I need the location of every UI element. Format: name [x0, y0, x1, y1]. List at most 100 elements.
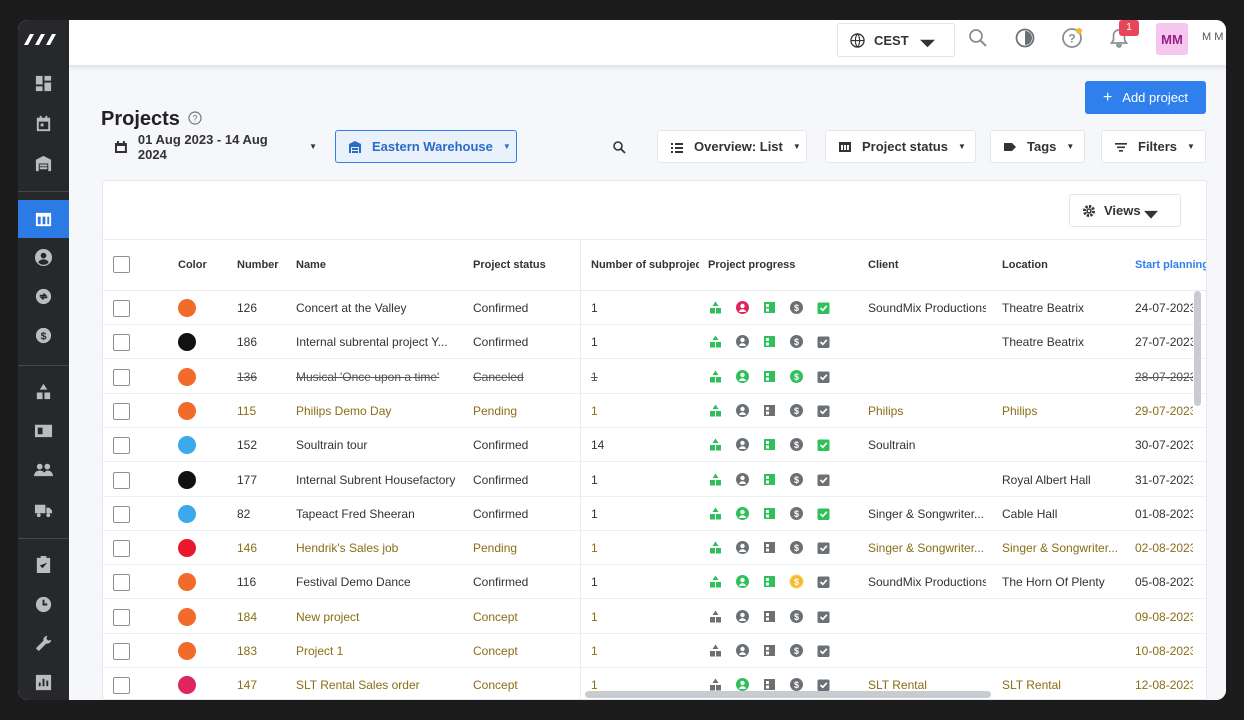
finance-progress-icon[interactable]: $	[789, 403, 804, 418]
project-name[interactable]: Project 1	[296, 644, 456, 658]
finance-progress-icon[interactable]: $	[789, 574, 804, 590]
row-checkbox[interactable]	[113, 402, 130, 420]
table-row[interactable]: 146 Hendrik's Sales job Pending 1 $ Singer & …	[103, 531, 1206, 566]
user-name[interactable]: M M	[1202, 31, 1223, 43]
project-name[interactable]: Internal subrental project Y...	[296, 335, 456, 349]
column-header-subprojects[interactable]: Number of subprojects	[591, 259, 699, 271]
inventory-icon[interactable]	[18, 372, 69, 410]
row-checkbox[interactable]	[113, 677, 130, 695]
transport-progress-icon[interactable]	[762, 334, 777, 349]
table-row[interactable]: 184 New project Concept 1 $09-08-2023	[103, 600, 1206, 634]
project-number[interactable]: 183	[237, 644, 257, 658]
project-number[interactable]: 115	[237, 404, 256, 418]
project-number[interactable]: 126	[237, 301, 257, 315]
finance-progress-icon[interactable]: $	[789, 643, 804, 658]
project-number[interactable]: 177	[237, 473, 257, 487]
crew-progress-icon[interactable]	[735, 506, 750, 521]
projects-icon[interactable]	[18, 200, 69, 238]
table-row[interactable]: 177 Internal Subrent Housefactory Confirme…	[103, 463, 1206, 497]
table-row[interactable]: 186 Internal subrental project Y... Confir…	[103, 325, 1206, 360]
column-header-location[interactable]: Location	[1002, 259, 1048, 271]
row-checkbox[interactable]	[113, 608, 130, 626]
reports-icon[interactable]	[18, 663, 69, 700]
tasks-progress-icon[interactable]	[816, 574, 831, 589]
row-checkbox[interactable]	[113, 471, 130, 489]
overview-select[interactable]: Overview: List ▼	[657, 130, 807, 163]
warehouse-filter[interactable]: Eastern Warehouse ▼	[335, 130, 517, 163]
crew-progress-icon[interactable]	[735, 437, 750, 452]
project-number[interactable]: 184	[237, 610, 257, 624]
project-name[interactable]: New project	[296, 610, 456, 624]
app-logo[interactable]	[22, 30, 62, 48]
transport-progress-icon[interactable]	[762, 472, 777, 487]
team-icon[interactable]	[18, 450, 69, 488]
add-project-button[interactable]: + Add project	[1085, 81, 1206, 114]
row-checkbox[interactable]	[113, 437, 130, 455]
crew-progress-icon[interactable]	[735, 369, 750, 384]
tasks-progress-icon[interactable]	[816, 472, 831, 487]
warehouse-icon[interactable]	[18, 144, 69, 182]
search-icon[interactable]	[967, 27, 989, 49]
table-row[interactable]: 152 Soultrain tour Confirmed 14 $ Soultrain 30…	[103, 428, 1206, 463]
column-header-progress[interactable]: Project progress	[708, 259, 795, 271]
tasks-progress-icon[interactable]	[816, 334, 831, 349]
wrench-icon[interactable]	[18, 624, 69, 662]
clock-icon[interactable]	[18, 585, 69, 623]
crew-progress-icon[interactable]	[735, 574, 750, 589]
tasks-icon[interactable]	[18, 545, 69, 583]
inventory-progress-icon[interactable]	[708, 300, 723, 315]
project-number[interactable]: 82	[237, 507, 250, 521]
tasks-progress-icon[interactable]	[816, 369, 831, 384]
tasks-progress-icon[interactable]	[816, 609, 831, 624]
tags-filter[interactable]: Tags ▼	[990, 130, 1085, 163]
project-number[interactable]: 116	[237, 575, 256, 589]
transport-progress-icon[interactable]	[762, 506, 777, 521]
finance-progress-icon[interactable]: $	[789, 369, 804, 384]
filters-button[interactable]: Filters ▼	[1101, 130, 1206, 163]
column-header-start-planning[interactable]: Start planning	[1135, 259, 1206, 271]
finance-progress-icon[interactable]: $	[789, 609, 804, 624]
crew-progress-icon[interactable]	[735, 300, 750, 315]
table-row[interactable]: 116 Festival Demo Dance Confirmed 1 $ SoundMi…	[103, 565, 1206, 600]
crew-progress-icon[interactable]	[735, 643, 750, 658]
vertical-scrollbar[interactable]	[1194, 291, 1201, 406]
column-header-client[interactable]: Client	[868, 259, 899, 271]
crew-progress-icon[interactable]	[735, 609, 750, 624]
inventory-progress-icon[interactable]	[708, 643, 723, 658]
inventory-progress-icon[interactable]	[708, 609, 723, 624]
column-header-name[interactable]: Name	[296, 259, 326, 271]
timezone-select[interactable]: CEST	[837, 23, 955, 57]
row-checkbox[interactable]	[113, 334, 130, 352]
table-row[interactable]: 136 Musical 'Once upon a time' Canceled 1 $2…	[103, 360, 1206, 394]
finance-progress-icon[interactable]: $	[789, 472, 804, 487]
project-name[interactable]: SLT Rental Sales order	[296, 678, 456, 692]
project-name[interactable]: Musical 'Once upon a time'	[296, 370, 456, 384]
calendar-icon[interactable]	[18, 104, 69, 142]
help-icon[interactable]: ?	[1061, 27, 1083, 49]
transport-progress-icon[interactable]	[762, 609, 777, 624]
finance-progress-icon[interactable]: $	[789, 300, 804, 315]
inventory-progress-icon[interactable]	[708, 506, 723, 521]
table-row[interactable]: 82 Tapeact Fred Sheeran Confirmed 1 $ Singer …	[103, 497, 1206, 531]
crew-progress-icon[interactable]	[735, 403, 750, 418]
sync-icon[interactable]	[18, 277, 69, 315]
finance-progress-icon[interactable]: $	[789, 506, 804, 521]
transport-progress-icon[interactable]	[762, 300, 777, 315]
row-checkbox[interactable]	[113, 643, 130, 660]
row-checkbox[interactable]	[113, 505, 130, 523]
crew-progress-icon[interactable]	[735, 540, 750, 555]
inventory-progress-icon[interactable]	[708, 369, 723, 384]
inventory-progress-icon[interactable]	[708, 472, 723, 487]
crew-card-icon[interactable]	[18, 411, 69, 449]
project-number[interactable]: 152	[237, 438, 257, 452]
activity-icon[interactable]	[1014, 27, 1036, 49]
column-header-number[interactable]: Number	[237, 259, 279, 271]
transport-progress-icon[interactable]	[762, 437, 777, 452]
project-name[interactable]: Philips Demo Day	[296, 404, 456, 418]
transport-progress-icon[interactable]	[762, 540, 777, 555]
finance-icon[interactable]: $	[18, 316, 69, 354]
finance-progress-icon[interactable]: $	[789, 540, 804, 555]
inventory-progress-icon[interactable]	[708, 574, 723, 589]
tasks-progress-icon[interactable]	[816, 540, 831, 555]
inventory-progress-icon[interactable]	[708, 540, 723, 555]
